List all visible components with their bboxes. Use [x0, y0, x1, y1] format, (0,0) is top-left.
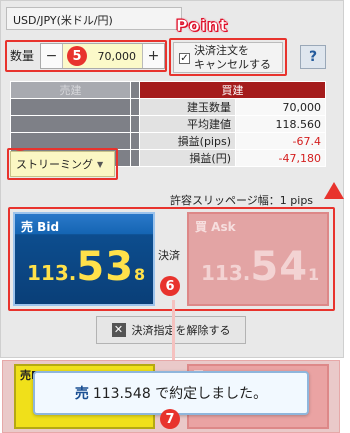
checkbox-label-line1: 決済注文を	[194, 44, 249, 57]
ask-label: 買 Ask	[195, 220, 236, 234]
ask-price: 113.541	[201, 244, 320, 290]
row-label: 損益(円)	[139, 149, 236, 167]
slippage-text: 許容スリッページ幅：1 pips	[170, 194, 314, 207]
chevron-down-icon: ▼	[97, 159, 104, 169]
cancel-settle-label: 決済指定を解除する	[131, 324, 231, 337]
bid-button[interactable]: 売 Bid 113.538	[13, 212, 155, 306]
close-icon: ✕	[111, 323, 126, 337]
help-button[interactable]: ?	[300, 45, 326, 69]
row-label: 建玉数量	[139, 98, 236, 116]
callout-badge-6: 6	[160, 276, 180, 296]
callout-badge-5: 5	[67, 46, 87, 66]
row-label: 平均建値	[139, 115, 236, 133]
callout-badge-7: 7	[160, 409, 180, 429]
streaming-dropdown[interactable]: ストリーミング ▼	[10, 151, 115, 177]
row-value: -47,180	[235, 149, 326, 167]
streaming-label: ストリーミング	[16, 158, 93, 171]
bid-label: 売 Bid	[21, 220, 60, 234]
buy-position-header: 買建	[139, 81, 326, 99]
ask-button[interactable]: 買 Ask 113.541	[187, 212, 329, 306]
check-icon[interactable]: ✓	[179, 53, 190, 64]
point-label: Point	[176, 16, 229, 36]
bid-price: 113.538	[27, 244, 146, 290]
triangle-marker-icon	[324, 182, 344, 199]
quantity-minus-button[interactable]: −	[41, 44, 63, 68]
settle-label: 決済	[158, 249, 180, 262]
cancel-settle-button[interactable]: ✕ 決済指定を解除する	[96, 316, 246, 344]
sell-position-header: 売建	[10, 81, 131, 99]
toast-side: 売	[74, 386, 89, 402]
quantity-stepper[interactable]: − 70,000 +	[40, 43, 165, 69]
quantity-label: 数量	[10, 49, 35, 63]
row-value: 70,000	[235, 98, 326, 116]
row-value: 118.560	[235, 115, 326, 133]
quantity-plus-button[interactable]: +	[142, 44, 164, 68]
row-label: 損益(pips)	[139, 132, 236, 150]
toast-message: 113.548 で約定しました。	[92, 386, 268, 402]
checkbox-label-line2: キャンセルする	[194, 58, 271, 71]
currency-pair-label: USD/JPY(米ドル/円)	[6, 7, 182, 30]
settle-cancel-checkbox[interactable]: ✓ 決済注文を キャンセルする	[173, 42, 283, 73]
row-value: -67.4	[235, 132, 326, 150]
